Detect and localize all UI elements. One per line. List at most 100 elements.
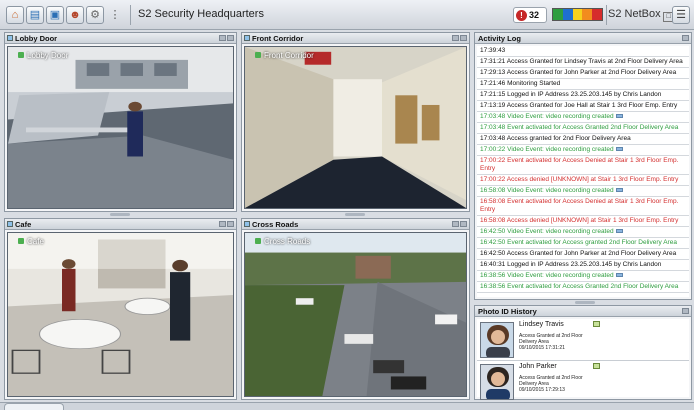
log-item[interactable]: 16:38:56 Video Event: video recording cr… [477,271,689,282]
menu-button[interactable]: ☰ [672,6,690,24]
log-item[interactable]: 17:31:21 Access Granted for Lindsey Trav… [477,57,689,68]
log-item[interactable]: 16:58:08 Video Event: video recording cr… [477,186,689,197]
corridor-video[interactable]: Front Corridor [244,46,467,209]
log-item[interactable]: 17:21:46 Monitoring Started [477,79,689,90]
netbox-button[interactable]: S2 NetBox □ [608,8,675,22]
cafe-video[interactable]: Cafe [7,232,234,397]
threat-segment [562,9,573,20]
monitor-button[interactable]: ▤ [26,6,44,24]
log-item[interactable]: 16:42:50 Access Granted for John Parker … [477,249,689,260]
log-item[interactable]: 16:42:50 Video Event: video recording cr… [477,227,689,238]
pane-header[interactable]: Photo ID History [475,306,691,317]
display-button[interactable]: ▣ [46,6,64,24]
splitter-handle[interactable] [575,301,595,304]
threat-segment [572,9,583,20]
front-corridor-pane: Front Corridor Front Corridor [241,32,470,212]
log-item[interactable]: 17:00:22 Video Event: video recording cr… [477,145,689,156]
photo-history-list[interactable]: Lindsey Travis Access Granted at 2nd Floo… [477,319,689,403]
log-item[interactable]: 17:03:48 Video Event: video recording cr… [477,112,689,123]
display-icon: ▣ [49,8,61,21]
log-time: 17:29:13 [480,69,506,76]
camera-label: Cross Roads [255,237,310,246]
splitter-handle[interactable] [110,213,130,216]
log-text: Event activated for Access Denied at Sta… [480,157,679,172]
minimize-icon[interactable] [682,308,689,314]
log-time: 17:00:22 [480,176,506,183]
video-clip-icon[interactable] [615,273,623,277]
threat-level-bar[interactable] [552,8,603,21]
activity-log-list[interactable]: 17:39:43 17:31:21 Access Granted for Lind… [477,46,689,297]
log-time: 17:13:19 [480,102,506,109]
bottom-tab[interactable] [4,403,64,410]
log-time: 16:58:08 [480,187,506,194]
minimize-icon[interactable] [682,35,689,41]
avatar [480,364,514,400]
cafe-pane: Cafe Cafe [4,218,237,400]
log-text: Video Event: video recording created [505,272,614,279]
id-card-icon[interactable] [593,321,600,327]
splitter-handle[interactable] [345,213,365,216]
photo-history-item[interactable]: Lindsey Travis Access Granted at 2nd Floo… [477,319,689,361]
log-time: 17:21:46 [480,80,506,87]
crossroads-scene [245,233,466,396]
id-card-icon[interactable] [593,363,600,369]
log-item[interactable]: 17:21:15 Logged in IP Address 23.25.203.… [477,90,689,101]
log-time: 17:21:15 [480,91,506,98]
hamburger-icon: ☰ [676,8,686,21]
monitor-icon: ▤ [29,8,41,21]
crossroads-video[interactable]: Cross Roads [244,232,467,397]
log-item[interactable]: 16:58:08 Event activated for Access Deni… [477,197,689,216]
toolbar-separator [130,5,131,25]
pane-header[interactable]: Activity Log [475,33,691,44]
log-item[interactable]: 16:58:08 Access denied [UNKNOWN] at Stai… [477,216,689,227]
log-time: 16:42:50 [480,250,506,257]
log-text: Access denied [UNKNOWN] at Stair 1 3rd F… [505,217,679,224]
log-item[interactable]: 16:38:56 Event activated for Access Gran… [477,282,689,293]
minimize-icon[interactable] [219,35,226,41]
lobby-scene [8,47,233,208]
log-time: 16:42:50 [480,228,506,235]
avatar [480,322,514,358]
log-item[interactable]: 16:40:31 Logged in IP Address 23.25.203.… [477,260,689,271]
more-button[interactable]: ⋮ [106,6,124,24]
log-item[interactable]: 16:42:50 Event activated for Access gran… [477,238,689,249]
log-item[interactable]: 17:03:48 Event activated for Access Gran… [477,123,689,134]
log-text: Event activated for Access Granted 2nd F… [505,283,679,290]
log-item[interactable]: 17:00:22 Access denied [UNKNOWN] at Stai… [477,175,689,186]
log-item[interactable]: 17:29:13 Access Granted for John Parker … [477,68,689,79]
maximize-icon[interactable] [227,35,234,41]
lobby-door-pane: Lobby Door Lobby Door [4,32,237,212]
minimize-icon[interactable] [452,221,459,227]
pane-header[interactable]: Cross Roads [242,219,469,230]
person-icon: ☻ [69,8,81,21]
maximize-icon[interactable] [460,35,467,41]
person-button[interactable]: ☻ [66,6,84,24]
pane-header[interactable]: Cafe [5,219,236,230]
maximize-icon[interactable] [227,221,234,227]
video-clip-icon[interactable] [615,114,623,118]
log-item[interactable]: 17:13:19 Access Granted for Joe Hall at … [477,101,689,112]
video-clip-icon[interactable] [615,229,623,233]
log-item[interactable]: 17:03:48 Access granted for 2nd Floor De… [477,134,689,145]
log-item[interactable]: 17:39:43 [477,46,689,57]
person-photo [481,365,513,399]
video-clip-icon[interactable] [615,147,623,151]
video-clip-icon[interactable] [615,188,623,192]
log-time: 17:00:22 [480,157,506,164]
lobby-video[interactable]: Lobby Door [7,46,234,209]
settings-button[interactable]: ⚙ [86,6,104,24]
log-text: Event activated for Access granted 2nd F… [505,239,677,246]
maximize-icon[interactable] [460,221,467,227]
pane-header[interactable]: Lobby Door [5,33,236,44]
access-detail: Access Granted at 2nd Floor Delivery Area… [519,375,583,393]
pane-header[interactable]: Front Corridor [242,33,469,44]
camera-icon [7,221,13,227]
log-item[interactable]: 17:00:22 Event activated for Access Deni… [477,156,689,175]
alarm-counter[interactable]: ! 32 [513,7,547,23]
photo-history-item[interactable]: John Parker Access Granted at 2nd Floor De… [477,361,689,403]
log-text: Event activated for Access Denied at Sta… [480,198,679,213]
minimize-icon[interactable] [452,35,459,41]
home-button[interactable]: ⌂ [6,6,24,24]
log-text: Access Granted for John Parker at 2nd Fl… [505,69,677,76]
minimize-icon[interactable] [219,221,226,227]
